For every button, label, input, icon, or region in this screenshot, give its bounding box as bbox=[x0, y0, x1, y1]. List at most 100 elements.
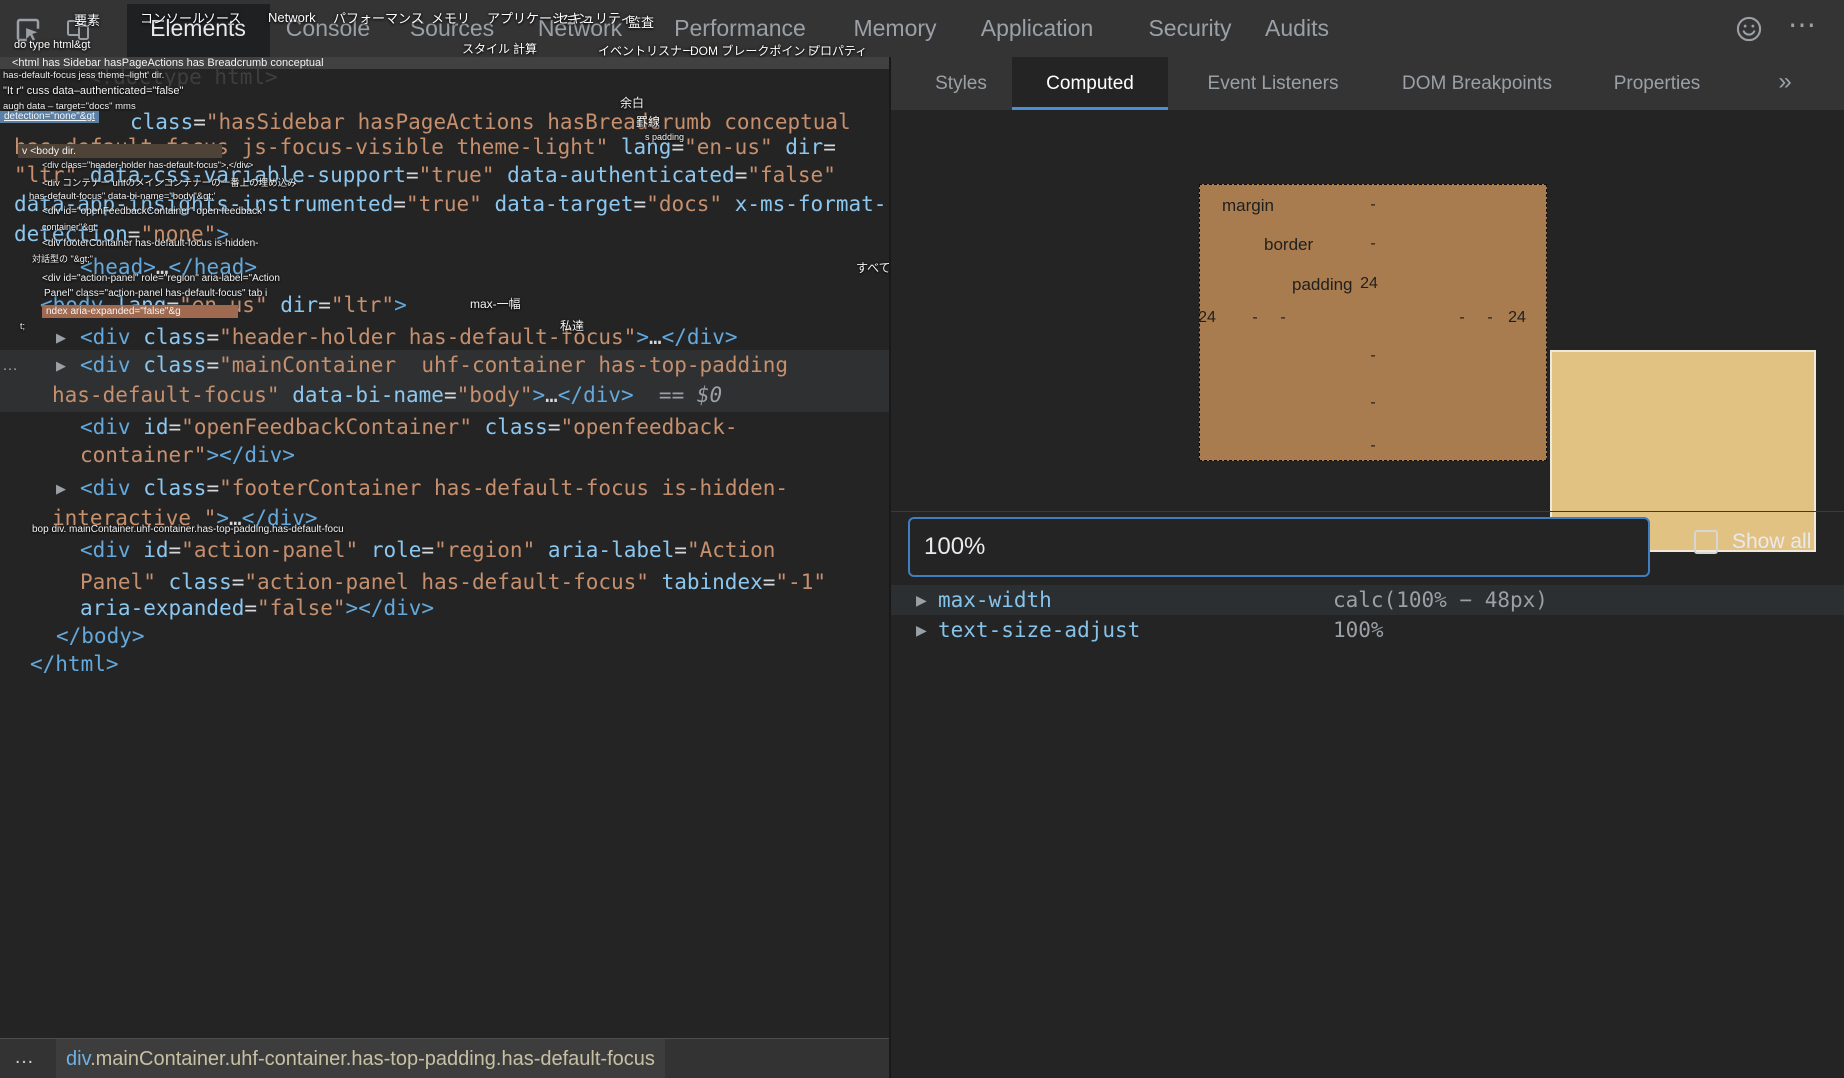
dom-tree-line[interactable]: <div id="openFeedbackContainer" class="o… bbox=[80, 416, 738, 439]
code-token: "action-panel" bbox=[181, 538, 359, 562]
dom-tree-line[interactable]: Panel" class="action-panel has-default-f… bbox=[80, 571, 826, 594]
code-token: Panel" bbox=[80, 570, 156, 594]
breadcrumb-ellipsis[interactable]: … bbox=[14, 1039, 35, 1078]
code-token: data-target bbox=[481, 192, 634, 216]
translation-annotation: ソース bbox=[203, 11, 242, 26]
padding-left-value[interactable]: - bbox=[1280, 309, 1285, 327]
code-token: has-default-focus" bbox=[52, 383, 280, 407]
border-top-value[interactable]: - bbox=[1370, 235, 1375, 253]
code-token: container" bbox=[80, 443, 207, 467]
code-token: </html> bbox=[30, 652, 119, 676]
margin-right-value[interactable]: 24 bbox=[1508, 309, 1526, 327]
margin-top-value[interactable]: - bbox=[1370, 196, 1375, 214]
tab-security[interactable]: Security bbox=[1148, 0, 1231, 57]
highlighted-annotation-chip: ndex aria-expanded="false"&g bbox=[42, 305, 238, 318]
translation-annotation: 余白 bbox=[620, 96, 645, 110]
code-token: "footerContainer has-default-focus is-hi… bbox=[219, 476, 789, 500]
computed-filter-input[interactable] bbox=[908, 517, 1650, 577]
dom-tree-line[interactable]: <div class="mainContainer uhf-container … bbox=[80, 354, 788, 377]
translation-annotation: <div id="action-panel" role="region" ari… bbox=[42, 273, 280, 284]
dom-tree-line[interactable]: </body> bbox=[56, 625, 145, 648]
show-all-checkbox[interactable] bbox=[1694, 530, 1718, 554]
tab-styles[interactable]: Styles bbox=[935, 57, 987, 110]
margin-left-value[interactable]: 24 bbox=[1198, 309, 1216, 327]
more-options-icon[interactable]: ⋯ bbox=[1788, 8, 1817, 41]
translation-annotation: <div コンテナー uhfのメインコンテナーの一番上の埋め込み bbox=[42, 178, 297, 189]
code-token: data-authenticated bbox=[494, 163, 735, 187]
code-token: <div bbox=[80, 415, 131, 439]
dom-tree-line[interactable]: aria-expanded="false"></div> bbox=[80, 597, 434, 620]
translation-annotation: セキュリティ bbox=[556, 11, 634, 26]
expand-arrow-icon[interactable]: ▶ bbox=[916, 622, 927, 639]
code-token: ></div> bbox=[206, 443, 295, 467]
code-token: "region" bbox=[434, 538, 536, 562]
tab-application[interactable]: Application bbox=[981, 0, 1094, 57]
code-token: "mainContainer uhf-container has-top-pad… bbox=[219, 353, 789, 377]
padding-right-value[interactable]: - bbox=[1459, 309, 1464, 327]
translation-annotation: Network bbox=[268, 10, 316, 25]
dom-tree-line[interactable]: <div class="header-holder has-default-fo… bbox=[80, 326, 738, 349]
border-left-value[interactable]: - bbox=[1252, 309, 1257, 327]
dom-sticky-header-text: <html has Sidebar hasPageActions has Bre… bbox=[12, 57, 324, 69]
code-token: = bbox=[193, 110, 206, 134]
tab-properties[interactable]: Properties bbox=[1614, 57, 1701, 110]
code-token: x-ms-format- bbox=[722, 192, 887, 216]
computed-styles-panel: Styles Computed Event Listeners DOM Breakpo… bbox=[891, 57, 1844, 1078]
translation-annotation: s padding bbox=[645, 132, 685, 142]
computed-property-row[interactable]: ▶ max-width calc(100% − 48px) bbox=[891, 585, 1844, 615]
code-token: aria-expanded bbox=[80, 596, 245, 620]
expand-arrow-icon[interactable]: ▶ bbox=[56, 358, 66, 374]
code-token: </body> bbox=[56, 624, 145, 648]
dom-tree-line[interactable]: has-default-focus" data-bi-name="body">…… bbox=[52, 384, 722, 407]
padding-bottom-value[interactable]: - bbox=[1370, 347, 1375, 365]
border-bottom-value[interactable]: - bbox=[1370, 394, 1375, 412]
translation-annotation: bop div. mainContainer.uhf-container.has… bbox=[32, 524, 344, 535]
feedback-smiley-icon[interactable] bbox=[1735, 15, 1763, 48]
code-token: = bbox=[443, 383, 457, 407]
dom-tree-line[interactable]: container"></div> bbox=[80, 444, 295, 467]
breadcrumb-selected-node[interactable]: div.mainContainer.uhf-container.has-top-… bbox=[56, 1039, 665, 1078]
margin-bottom-value[interactable]: - bbox=[1370, 437, 1375, 455]
property-name: max-width bbox=[938, 588, 1052, 612]
computed-property-row[interactable]: ▶ text-size-adjust 100% bbox=[891, 615, 1844, 645]
tab-computed[interactable]: Computed bbox=[1046, 57, 1134, 110]
expand-arrow-icon[interactable]: ▶ bbox=[56, 330, 66, 346]
dom-tree-line[interactable]: </html> bbox=[30, 653, 119, 676]
tab-dom-breakpoints[interactable]: DOM Breakpoints bbox=[1402, 57, 1552, 110]
devtools-window: Elements Console Sources Network Performance… bbox=[0, 0, 1844, 1078]
dom-tree-line[interactable]: <div class="footerContainer has-default-… bbox=[80, 477, 788, 500]
tab-overflow-chevron-icon[interactable]: » bbox=[1778, 57, 1791, 110]
translation-annotation: 監査 bbox=[628, 15, 655, 30]
dom-tree-line[interactable]: <div id="action-panel" role="region" ari… bbox=[80, 539, 775, 562]
translation-annotation: Panel" class="action-panel has-default-f… bbox=[44, 288, 268, 299]
code-token: class bbox=[130, 110, 194, 134]
highlighted-annotation-chip: detection="none"&gt bbox=[0, 111, 99, 123]
translation-annotation: コンソール bbox=[140, 11, 206, 26]
code-token: = bbox=[674, 538, 687, 562]
dom-breadcrumb-bar: … div.mainContainer.uhf-container.has-to… bbox=[0, 1038, 889, 1078]
gutter-ellipsis[interactable]: … bbox=[2, 357, 20, 375]
code-token: = bbox=[547, 415, 561, 439]
property-value: 100% bbox=[1333, 618, 1384, 642]
tab-event-listeners[interactable]: Event Listeners bbox=[1208, 57, 1339, 110]
translation-annotation: 罫線 bbox=[636, 115, 661, 129]
property-name: text-size-adjust bbox=[938, 618, 1141, 642]
dom-tree-line[interactable]: class="hasSidebar hasPageActions hasBrea… bbox=[130, 111, 851, 134]
code-token: = bbox=[734, 163, 748, 187]
box-model-margin[interactable]: 876 × 6971.280 bbox=[1199, 184, 1816, 552]
expand-arrow-icon[interactable]: ▶ bbox=[56, 481, 66, 497]
tab-audits[interactable]: Audits bbox=[1265, 0, 1329, 57]
code-token: class bbox=[130, 476, 207, 500]
code-token: = bbox=[206, 325, 220, 349]
code-token: = bbox=[823, 135, 836, 159]
code-token: tabindex bbox=[648, 570, 763, 594]
code-token: class bbox=[130, 353, 207, 377]
border-right-value[interactable]: - bbox=[1487, 309, 1492, 327]
code-token: = bbox=[393, 192, 406, 216]
code-token: class bbox=[155, 570, 232, 594]
padding-top-value[interactable]: 24 bbox=[1360, 275, 1378, 293]
code-token: data-bi-name bbox=[279, 383, 444, 407]
code-token: dir bbox=[267, 293, 319, 317]
expand-arrow-icon[interactable]: ▶ bbox=[916, 592, 927, 609]
translation-annotation: スタイル bbox=[462, 42, 511, 56]
